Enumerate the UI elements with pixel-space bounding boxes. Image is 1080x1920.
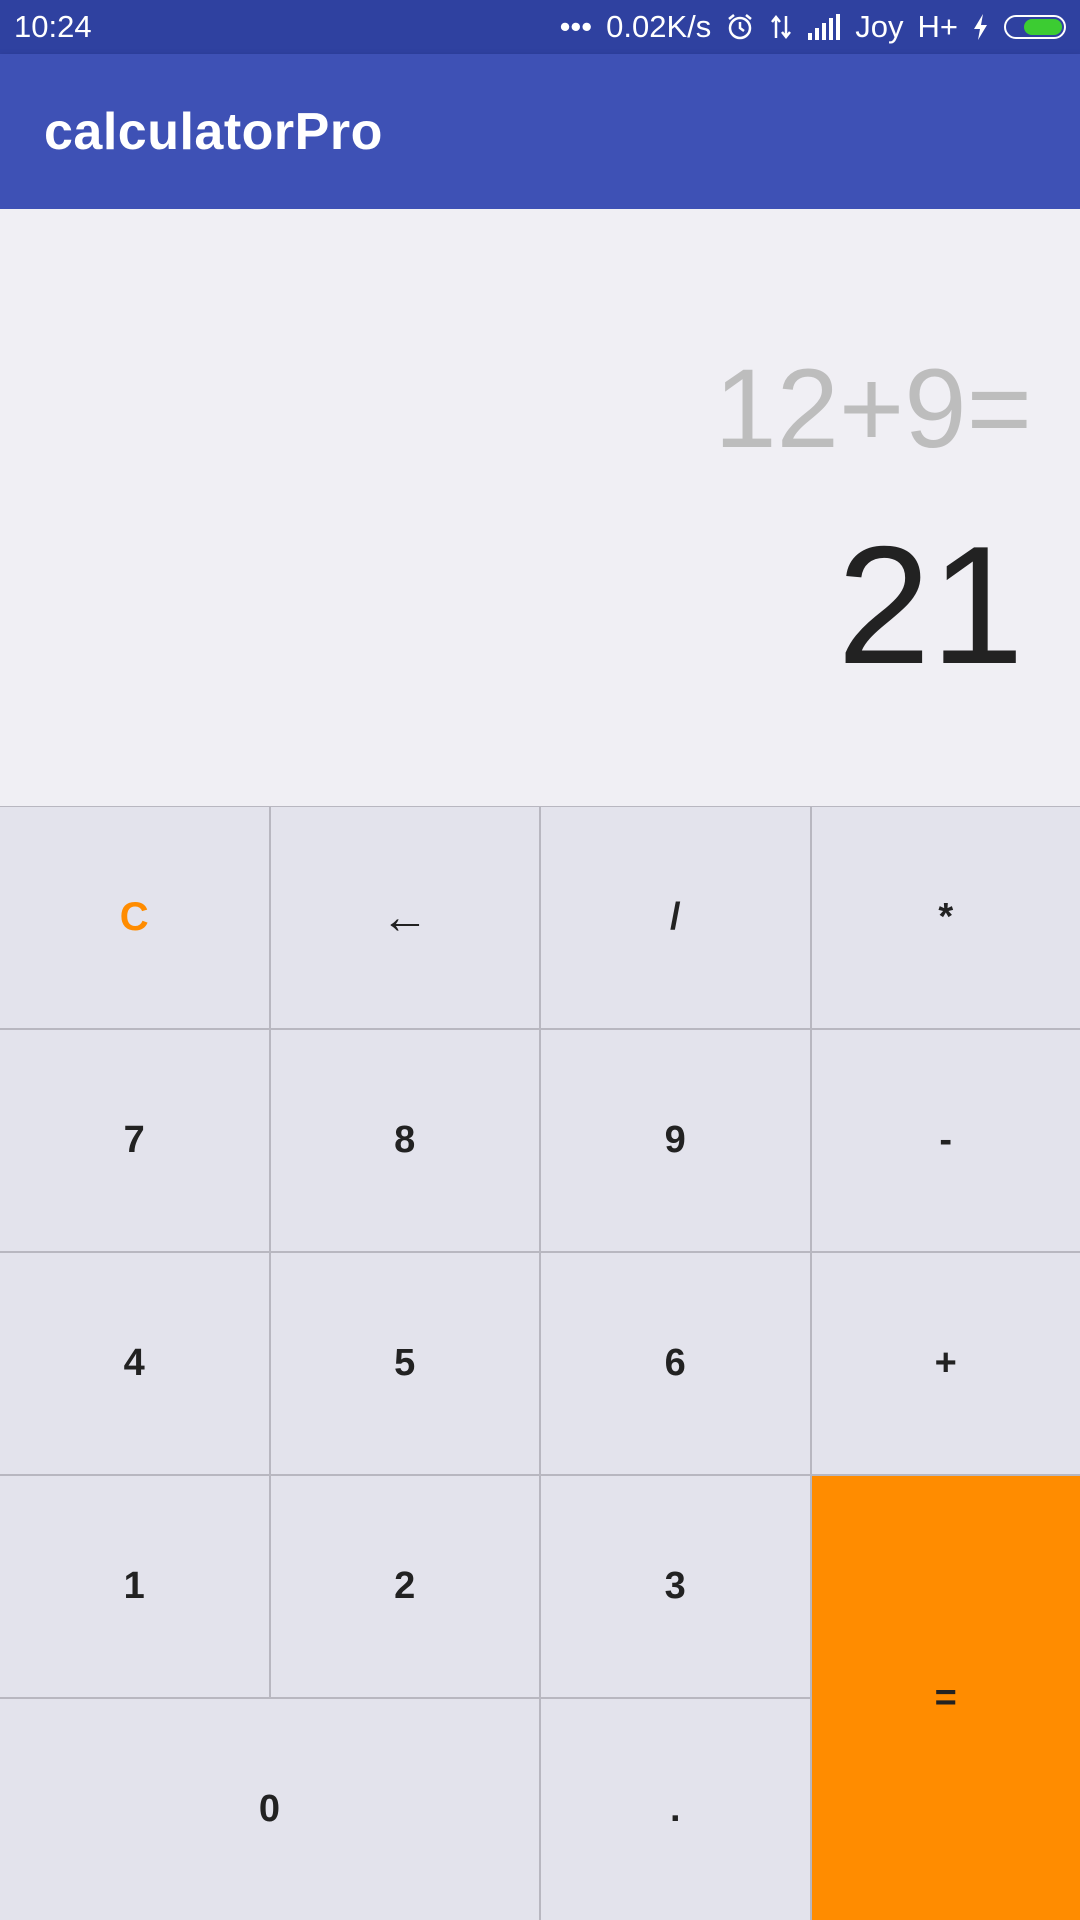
divide-button[interactable]: / (541, 807, 810, 1028)
carrier-name: Joy (855, 9, 904, 44)
data-transfer-icon (769, 12, 793, 42)
status-bar: 10:24 ••• 0.02K/s Joy H+ (0, 0, 1080, 54)
digit-3-button[interactable]: 3 (541, 1476, 810, 1697)
clear-button[interactable]: C (0, 807, 269, 1028)
more-dots-icon: ••• (559, 9, 593, 44)
decimal-button[interactable]: . (541, 1699, 810, 1920)
alarm-icon (725, 12, 755, 42)
status-time: 10:24 (14, 9, 92, 44)
app-title: calculatorPro (44, 102, 383, 161)
app-bar: calculatorPro (0, 54, 1080, 209)
digit-9-button[interactable]: 9 (541, 1030, 810, 1251)
minus-button[interactable]: - (811, 1030, 1080, 1251)
expression-text: 12+9= (714, 346, 1032, 471)
plus-button[interactable]: + (811, 1253, 1080, 1474)
digit-1-button[interactable]: 1 (0, 1476, 269, 1697)
digit-0-button[interactable]: 0 (0, 1699, 539, 1920)
keypad: C ← / * 7 8 9 - 4 5 6 + 1 2 3 = 0 . (0, 806, 1080, 1920)
backspace-button[interactable]: ← (270, 807, 539, 1028)
status-icons: ••• 0.02K/s Joy H+ (560, 9, 1066, 45)
digit-2-button[interactable]: 2 (270, 1476, 539, 1697)
digit-8-button[interactable]: 8 (270, 1030, 539, 1251)
network-type: H+ (917, 9, 959, 44)
battery-icon (1004, 15, 1066, 39)
digit-6-button[interactable]: 6 (541, 1253, 810, 1474)
equals-button[interactable]: = (811, 1476, 1080, 1920)
digit-4-button[interactable]: 4 (0, 1253, 269, 1474)
calculator-display: 12+9= 21 (0, 209, 1080, 806)
battery-level (1024, 19, 1062, 35)
network-speed: 0.02K/s (606, 9, 712, 44)
signal-icon (807, 13, 841, 41)
result-text: 21 (837, 511, 1024, 699)
multiply-button[interactable]: * (811, 807, 1080, 1028)
charging-icon (972, 13, 990, 41)
digit-7-button[interactable]: 7 (0, 1030, 269, 1251)
digit-5-button[interactable]: 5 (270, 1253, 539, 1474)
